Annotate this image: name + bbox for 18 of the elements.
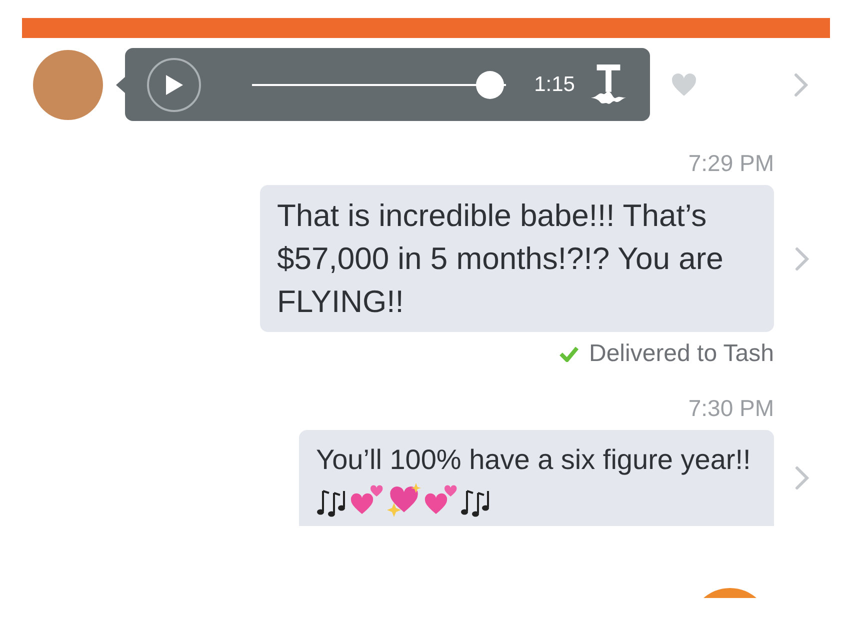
progress-thumb[interactable] [476,70,504,98]
message-text: That is incredible babe!!! That’s $57,000 in 5 months!?!? You are FLYING!! [277,198,724,319]
play-icon [164,74,184,96]
message-text: You’ll 100% have a six figure year!! [316,443,751,477]
chevron-right-icon[interactable] [795,466,809,490]
duration-text: 1:15 [534,72,575,98]
sparkling-heart-icon [386,483,422,517]
timestamp: 7:29 PM [688,149,774,177]
play-button[interactable] [147,58,201,112]
delivery-status: Delivered to Tash [589,340,774,368]
music-notes-icon [460,487,492,517]
timestamp: 7:30 PM [688,394,774,422]
two-hearts-icon [424,485,458,517]
chevron-right-icon[interactable] [795,246,809,270]
heart-icon[interactable] [671,72,697,96]
chevron-right-icon[interactable] [794,72,808,96]
two-hearts-icon [350,485,384,517]
music-notes-icon [316,487,348,517]
